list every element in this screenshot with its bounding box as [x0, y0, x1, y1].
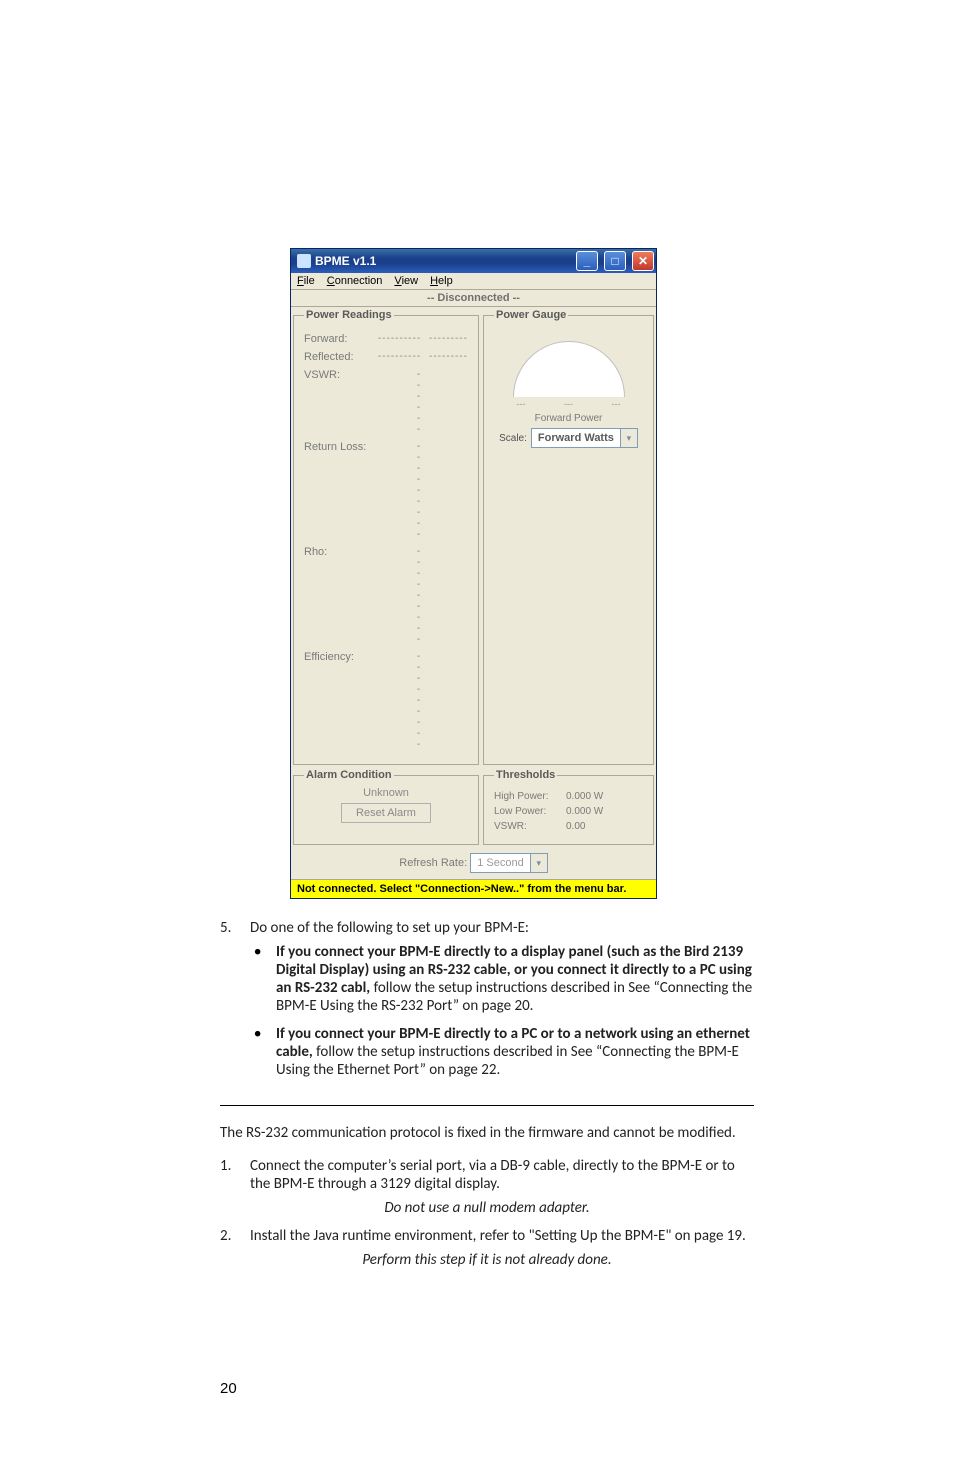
- gauge: [494, 327, 643, 397]
- bullet-rs232: If you connect your BPM-E directly to a …: [276, 943, 754, 1015]
- vswr-label: VSWR:: [304, 369, 370, 435]
- step-5-number: 5.: [220, 919, 231, 937]
- connection-status: -- Disconnected --: [291, 289, 656, 307]
- gauge-ticks: ---------: [517, 399, 621, 409]
- power-readings-panel: Power Readings Forward: ---------- -----…: [293, 309, 479, 765]
- alarm-condition-panel: Alarm Condition Unknown Reset Alarm: [293, 769, 479, 845]
- step-2: 2. Install the Java runtime environment,…: [220, 1227, 754, 1245]
- forward-value: ----------: [378, 333, 421, 345]
- bullet-ethernet-rest: follow the setup instructions described …: [276, 1043, 739, 1079]
- thresh-vswr-label: VSWR:: [494, 821, 558, 832]
- note-null-modem: Do not use a null modem adapter.: [220, 1199, 754, 1217]
- low-power-label: Low Power:: [494, 806, 558, 817]
- window-title: BPME v1.1: [315, 254, 570, 268]
- gauge-caption: Forward Power: [494, 413, 643, 424]
- menu-file[interactable]: File: [297, 275, 315, 287]
- alarm-status: Unknown: [304, 787, 468, 799]
- rho-value: ---------: [417, 546, 421, 645]
- reflected-value: ----------: [378, 351, 421, 363]
- reflected-label: Reflected:: [304, 351, 370, 363]
- high-power-value: 0.000 W: [566, 791, 603, 802]
- chevron-down-icon: ▾: [530, 854, 547, 872]
- forward-unit: ---------: [429, 333, 468, 345]
- bullet-ethernet: If you connect your BPM-E directly to a …: [276, 1025, 754, 1079]
- gauge-arc: [513, 341, 625, 397]
- efficiency-label: Efficiency:: [304, 651, 370, 750]
- menubar: File Connection View Help: [291, 273, 656, 289]
- maximize-button[interactable]: □: [604, 251, 626, 271]
- alarm-legend: Alarm Condition: [304, 769, 394, 781]
- step-2-text: Install the Java runtime environment, re…: [250, 1227, 746, 1245]
- rho-label: Rho:: [304, 546, 370, 645]
- app-window: BPME v1.1 _ □ ✕ File Connection View Hel…: [290, 248, 657, 899]
- high-power-label: High Power:: [494, 791, 558, 802]
- scale-label: Scale:: [499, 433, 527, 444]
- close-button[interactable]: ✕: [632, 251, 654, 271]
- vswr-value: ------: [417, 369, 421, 435]
- refresh-combo[interactable]: 1 Second ▾: [470, 853, 547, 873]
- forward-label: Forward:: [304, 333, 370, 345]
- step-5: 5. Do one of the following to set up you…: [220, 919, 754, 1079]
- page-number: 20: [220, 1380, 237, 1397]
- rs232-fixed-paragraph: The RS-232 communication protocol is fix…: [220, 1124, 754, 1142]
- minimize-button[interactable]: _: [576, 251, 598, 271]
- step-1-text: Connect the computer’s serial port, via …: [250, 1157, 735, 1193]
- menu-help[interactable]: Help: [430, 275, 453, 287]
- refresh-label: Refresh Rate:: [399, 857, 467, 869]
- reset-alarm-button[interactable]: Reset Alarm: [341, 803, 431, 823]
- menu-view[interactable]: View: [394, 275, 418, 287]
- titlebar: BPME v1.1 _ □ ✕: [291, 249, 656, 273]
- return-loss-label: Return Loss:: [304, 441, 370, 540]
- thresh-vswr-value: 0.00: [566, 821, 585, 832]
- scale-combo[interactable]: Forward Watts ▾: [531, 428, 638, 448]
- statusbar: Not connected. Select "Connection->New..…: [291, 879, 656, 898]
- note-already-done: Perform this step if it is not already d…: [220, 1251, 754, 1269]
- power-gauge-panel: Power Gauge --------- Forward Power Scal…: [483, 309, 654, 765]
- efficiency-value: ---------: [417, 651, 421, 750]
- section-separator: [220, 1105, 754, 1106]
- refresh-rate-row: Refresh Rate: 1 Second ▾: [291, 847, 656, 879]
- return-loss-value: ---------: [417, 441, 421, 540]
- thresholds-panel: Thresholds High Power: 0.000 W Low Power…: [483, 769, 654, 845]
- app-screenshot: BPME v1.1 _ □ ✕ File Connection View Hel…: [290, 248, 754, 899]
- step-1-number: 1.: [220, 1157, 231, 1175]
- refresh-value: 1 Second: [471, 857, 529, 869]
- thresholds-legend: Thresholds: [494, 769, 557, 781]
- scale-value: Forward Watts: [532, 432, 620, 444]
- reflected-unit: ---------: [429, 351, 468, 363]
- menu-connection[interactable]: Connection: [327, 275, 383, 287]
- chevron-down-icon: ▾: [620, 429, 637, 447]
- step-2-number: 2.: [220, 1227, 231, 1245]
- power-readings-legend: Power Readings: [304, 309, 394, 321]
- document-body: 5. Do one of the following to set up you…: [220, 919, 754, 1269]
- app-icon: [297, 254, 311, 268]
- step-5-text: Do one of the following to set up your B…: [250, 919, 529, 937]
- step-1: 1. Connect the computer’s serial port, v…: [220, 1157, 754, 1193]
- low-power-value: 0.000 W: [566, 806, 603, 817]
- power-gauge-legend: Power Gauge: [494, 309, 568, 321]
